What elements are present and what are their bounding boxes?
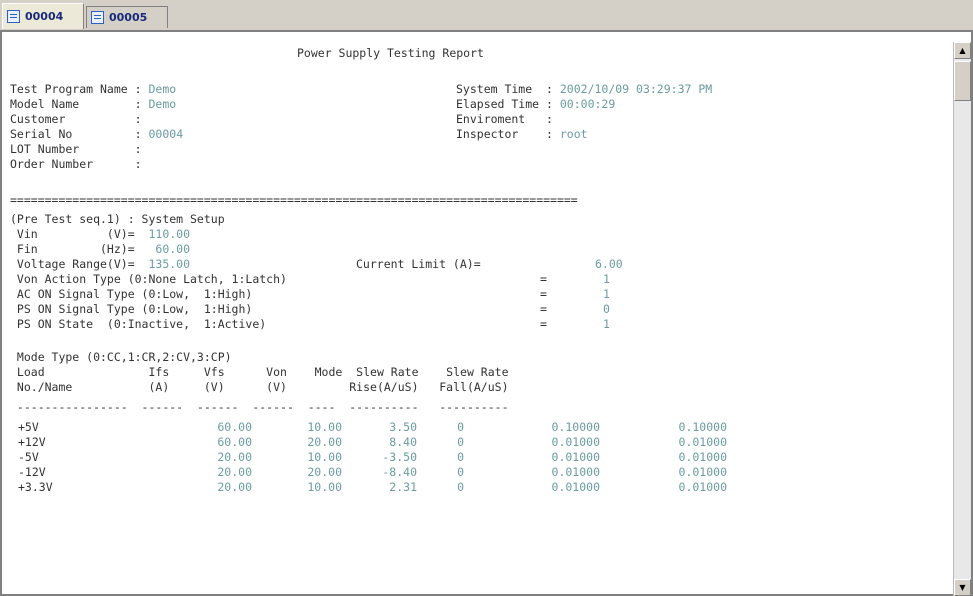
table-cell-vfs: 10.00	[307, 480, 342, 494]
setting-eq: =	[540, 317, 547, 331]
table-header: No./Name (A) (V) (V) Rise(A/uS) Fall(A/u…	[10, 380, 509, 394]
table-cell-ifs: 60.00	[217, 420, 252, 434]
tab-label: 00005	[109, 11, 148, 24]
setting-eq: =	[540, 272, 547, 286]
header-line: Elapsed Time : 00:00:29	[456, 97, 616, 111]
table-cell-von: -3.50	[382, 450, 417, 464]
table-header: Load Ifs Vfs Von Mode Slew Rate Slew Rat…	[10, 365, 509, 379]
table-cell-fall: 0.01000	[678, 435, 727, 449]
table-cell-name: -12V	[18, 465, 46, 479]
header-line: LOT Number :	[10, 142, 142, 156]
table-cell-rise: 0.01000	[551, 435, 600, 449]
header-line: Test Program Name : Demo	[10, 82, 177, 96]
table-cell-ifs: 60.00	[217, 435, 252, 449]
table-cell-rise: 0.01000	[551, 450, 600, 464]
setting-eq: =	[540, 302, 547, 316]
tab-00004[interactable]: 00004	[2, 3, 84, 29]
table-cell-name: +3.3V	[18, 480, 53, 494]
setting-label: PS ON State (0:Inactive, 1:Active)	[10, 317, 267, 331]
table-cell-mode: 0	[457, 435, 464, 449]
vertical-scrollbar[interactable]: ▲ ▼	[953, 42, 971, 596]
section-title: (Pre Test seq.1) : System Setup	[10, 212, 225, 226]
table-cell-fall: 0.10000	[678, 420, 727, 434]
setting-value: 1	[603, 317, 610, 331]
table-cell-ifs: 20.00	[217, 480, 252, 494]
table-cell-von: 2.31	[389, 480, 417, 494]
table-cell-ifs: 20.00	[217, 450, 252, 464]
table-cell-vfs: 10.00	[307, 450, 342, 464]
table-cell-mode: 0	[457, 450, 464, 464]
setup-vin: Vin (V)= 110.00	[10, 227, 191, 241]
separator-line: ========================================…	[10, 193, 578, 207]
header-line: Model Name : Demo	[10, 97, 177, 111]
table-cell-fall: 0.01000	[678, 450, 727, 464]
report-title: Power Supply Testing Report	[297, 46, 484, 60]
scroll-up-icon[interactable]: ▲	[954, 42, 971, 59]
tab-00005[interactable]: 00005	[86, 6, 168, 28]
setting-label: PS ON Signal Type (0:Low, 1:High)	[10, 302, 253, 316]
table-cell-ifs: 20.00	[217, 465, 252, 479]
setting-value: 1	[603, 287, 610, 301]
header-line: Customer :	[10, 112, 142, 126]
report-content: Power Supply Testing Report Test Program…	[10, 40, 950, 596]
header-line: System Time : 2002/10/09 03:29:37 PM	[456, 82, 713, 96]
setting-eq: =	[540, 287, 547, 301]
table-cell-vfs: 20.00	[307, 435, 342, 449]
table-cell-von: 3.50	[389, 420, 417, 434]
table-cell-mode: 0	[457, 465, 464, 479]
table-cell-von: 8.40	[389, 435, 417, 449]
report-viewer[interactable]: Power Supply Testing Report Test Program…	[0, 30, 973, 596]
setup-vrange: Voltage Range(V)= 135.00	[10, 257, 191, 271]
table-cell-fall: 0.01000	[678, 465, 727, 479]
table-divider: ---------------- ------ ------ ------ --…	[10, 400, 509, 414]
setting-label: Von Action Type (0:None Latch, 1:Latch)	[10, 272, 287, 286]
setup-climit: Current Limit (A)=	[356, 257, 481, 271]
setting-value: 1	[603, 272, 610, 286]
table-cell-rise: 0.10000	[551, 420, 600, 434]
setup-climit-value: 6.00	[595, 257, 623, 271]
scroll-thumb[interactable]	[954, 61, 971, 101]
table-cell-vfs: 20.00	[307, 465, 342, 479]
tab-bar: 00004 00005	[0, 0, 973, 33]
tab-label: 00004	[25, 10, 64, 23]
table-cell-name: +12V	[18, 435, 46, 449]
scroll-down-icon[interactable]: ▼	[954, 579, 971, 596]
mode-type: Mode Type (0:CC,1:CR,2:CV,3:CP)	[10, 350, 232, 364]
document-icon	[7, 10, 20, 23]
setting-label: AC ON Signal Type (0:Low, 1:High)	[10, 287, 253, 301]
header-line: Inspector : root	[456, 127, 588, 141]
table-cell-von: -8.40	[382, 465, 417, 479]
table-cell-name: -5V	[18, 450, 39, 464]
setting-value: 0	[603, 302, 610, 316]
header-line: Enviroment :	[456, 112, 553, 126]
header-line: Serial No : 00004	[10, 127, 184, 141]
table-cell-rise: 0.01000	[551, 465, 600, 479]
document-icon	[91, 11, 104, 24]
table-cell-fall: 0.01000	[678, 480, 727, 494]
header-line: Order Number :	[10, 157, 142, 171]
table-cell-vfs: 10.00	[307, 420, 342, 434]
table-cell-mode: 0	[457, 480, 464, 494]
table-cell-mode: 0	[457, 420, 464, 434]
table-cell-name: +5V	[18, 420, 39, 434]
setup-fin: Fin (Hz)= 60.00	[10, 242, 191, 256]
table-cell-rise: 0.01000	[551, 480, 600, 494]
